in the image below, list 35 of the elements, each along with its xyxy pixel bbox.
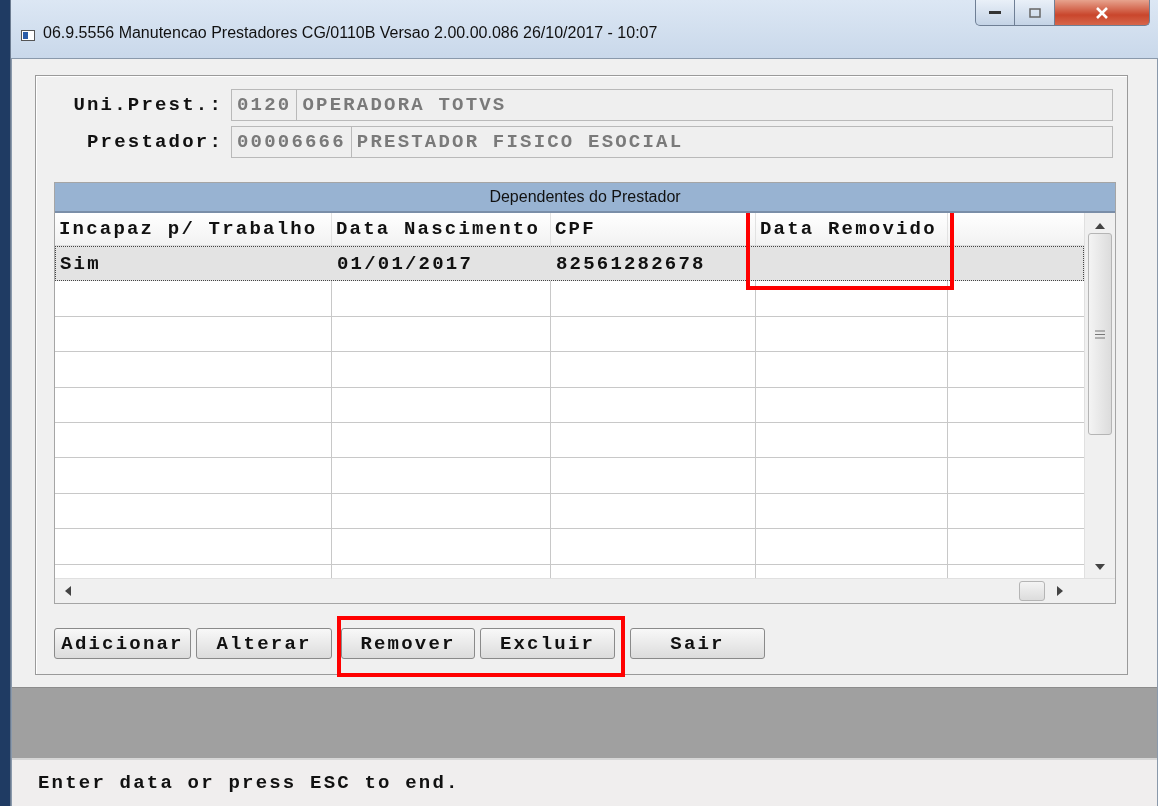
action-button[interactable]: Sair bbox=[630, 628, 765, 659]
scroll-left-icon[interactable] bbox=[65, 586, 71, 596]
field-label: Uni.Prest.: bbox=[72, 93, 224, 116]
table-row[interactable]: Sim 01/01/2017 82561282678 bbox=[55, 246, 1084, 282]
grip-icon bbox=[1095, 329, 1105, 339]
maximize-icon bbox=[1028, 7, 1041, 18]
action-button[interactable]: Excluir bbox=[480, 628, 615, 659]
scrollbar-thumb[interactable] bbox=[1019, 581, 1045, 601]
action-button[interactable]: Remover bbox=[341, 628, 475, 659]
scroll-right-icon[interactable] bbox=[1057, 586, 1063, 596]
minimize-icon bbox=[989, 10, 1001, 15]
horizontal-scrollbar[interactable] bbox=[55, 578, 1115, 603]
action-button[interactable]: Alterar bbox=[196, 628, 332, 659]
close-button[interactable] bbox=[1055, 0, 1150, 26]
table-cell: 82561282678 bbox=[556, 252, 706, 275]
column-header[interactable]: Incapaz p/ Trabalho bbox=[55, 213, 332, 245]
column-header[interactable]: Data Removido bbox=[756, 213, 948, 245]
column-header[interactable]: CPF bbox=[551, 213, 756, 245]
table-title: Dependentes do Prestador bbox=[55, 183, 1115, 213]
window-title: 06.9.5556 Manutencao Prestadores CG/0110B Versao 2.00.00.086 26/10/2017 - 10:07 bbox=[43, 24, 658, 42]
table-cell: Sim bbox=[60, 252, 101, 275]
name-field[interactable]: OPERADORA TOTVS bbox=[297, 88, 1113, 121]
name-field[interactable]: PRESTADOR FISICO ESOCIAL bbox=[351, 125, 1113, 158]
column-header[interactable]: Data Nascimento bbox=[332, 213, 551, 245]
scroll-up-icon[interactable] bbox=[1095, 223, 1105, 229]
minimize-button[interactable] bbox=[975, 0, 1015, 26]
app-icon bbox=[21, 30, 35, 41]
code-field[interactable]: 00006666 bbox=[231, 125, 352, 158]
field-label: Prestador: bbox=[85, 130, 224, 153]
scroll-down-icon[interactable] bbox=[1095, 564, 1105, 570]
action-button[interactable]: Adicionar bbox=[54, 628, 191, 659]
code-field[interactable]: 0120 bbox=[231, 88, 298, 121]
table-cell: 01/01/2017 bbox=[337, 252, 474, 275]
vertical-scrollbar[interactable] bbox=[1084, 213, 1115, 578]
close-icon bbox=[1095, 6, 1109, 19]
